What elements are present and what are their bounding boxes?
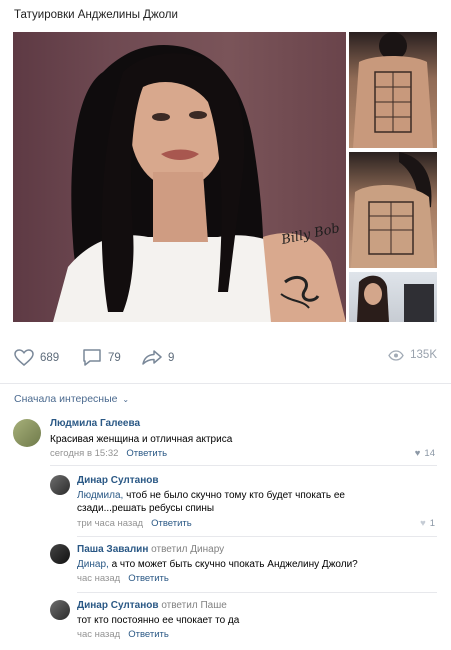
- eye-icon: [388, 349, 404, 361]
- avatar[interactable]: [13, 419, 41, 447]
- post-photo-thumb-2[interactable]: [349, 152, 437, 268]
- heart-icon: ♥: [414, 448, 421, 459]
- avatar[interactable]: [50, 475, 70, 495]
- comment-meta: три часа назад Ответить: [77, 518, 192, 529]
- comment-count: 79: [108, 351, 121, 364]
- comment-like-count: 14: [424, 448, 435, 459]
- heart-icon: ♥: [420, 518, 426, 529]
- share-count: 9: [168, 351, 175, 364]
- like-count: 689: [40, 351, 60, 364]
- views-count: 135K: [410, 349, 437, 361]
- comment-text: Динар, а что может быть скучно чпокать А…: [77, 558, 417, 571]
- comment-like-count: 1: [429, 518, 435, 529]
- comment-time[interactable]: час назад: [77, 629, 120, 640]
- comment-text: тот кто постоянно ее чпокает то да: [77, 614, 417, 627]
- comment-author[interactable]: Паша Завалин ответил Динару: [77, 544, 224, 555]
- comment-text: Красивая женщина и отличная актриса: [50, 433, 410, 446]
- comment-time[interactable]: час назад: [77, 573, 120, 584]
- comment-meta: час назад Ответить: [77, 573, 169, 584]
- comment-text-body: а что может быть скучно чпокать Анджелин…: [108, 559, 358, 570]
- comment-icon: [83, 349, 101, 366]
- comment-item: Динар Султанов Людмила, чтоб не было ску…: [0, 472, 451, 534]
- views-counter: 135K: [388, 349, 437, 361]
- comment-item: Динар Султанов ответил Паше тот кто пост…: [0, 597, 451, 647]
- comment-author[interactable]: Динар Султанов: [77, 475, 159, 486]
- comment-author-name[interactable]: Динар Султанов: [77, 600, 159, 611]
- comment-meta: сегодня в 15:32 Ответить: [50, 448, 167, 459]
- comment-time[interactable]: три часа назад: [77, 518, 143, 529]
- share-icon: [142, 350, 162, 365]
- comment-separator: [50, 465, 437, 466]
- comment-separator: [77, 592, 437, 593]
- thumb-3-illustration: [357, 275, 434, 322]
- comment-separator: [77, 536, 437, 537]
- comment-meta: час назад Ответить: [77, 629, 169, 640]
- share-button[interactable]: 9: [142, 349, 174, 366]
- post-actions-bar: 689 79 9 135K: [14, 349, 437, 367]
- thumb-1-illustration: [353, 32, 433, 148]
- comment-author[interactable]: Людмила Галеева: [50, 418, 140, 429]
- comment-item: Людмила Галеева Красивая женщина и отлич…: [0, 415, 451, 465]
- reply-button[interactable]: Ответить: [151, 518, 192, 529]
- reply-button[interactable]: Ответить: [128, 629, 169, 640]
- comment-author-name[interactable]: Динар Султанов: [77, 475, 159, 486]
- post-photo-thumb-1[interactable]: [349, 32, 437, 148]
- comment-text: Людмила, чтоб не было скучно тому кто бу…: [77, 489, 387, 515]
- sort-label: Сначала интересные: [14, 393, 118, 405]
- comment-author-name[interactable]: Людмила Галеева: [50, 418, 140, 429]
- comment-time[interactable]: сегодня в 15:32: [50, 448, 118, 459]
- reply-button[interactable]: Ответить: [126, 448, 167, 459]
- like-button[interactable]: 689: [14, 349, 59, 366]
- post-photo-thumb-3[interactable]: [349, 272, 437, 322]
- comment-text-body: тот кто постоянно ее чпокает то да: [77, 615, 240, 626]
- comment-author[interactable]: Динар Султанов ответил Паше: [77, 600, 227, 611]
- avatar[interactable]: [50, 544, 70, 564]
- chevron-down-icon: ⌄: [122, 395, 130, 404]
- avatar[interactable]: [50, 600, 70, 620]
- thumb-2-illustration: [351, 152, 435, 268]
- comment-author-name[interactable]: Паша Завалин: [77, 544, 148, 555]
- photo-main-illustration: [53, 44, 346, 322]
- post-divider: [0, 383, 451, 384]
- reply-button[interactable]: Ответить: [128, 573, 169, 584]
- comments-sort-dropdown[interactable]: Сначала интересные ⌄: [14, 393, 129, 405]
- comment-reply-to[interactable]: ответил Динару: [151, 544, 224, 555]
- comment-item: Паша Завалин ответил Динару Динар, а что…: [0, 541, 451, 591]
- heart-icon: [14, 349, 34, 366]
- comment-like-button[interactable]: ♥ 1: [420, 518, 435, 529]
- post-photo-main[interactable]: Billy Bob: [13, 32, 346, 322]
- comment-like-button[interactable]: ♥ 14: [415, 448, 435, 459]
- post-title: Татуировки Анджелины Джоли: [14, 9, 178, 21]
- comment-address-link[interactable]: Людмила,: [77, 490, 123, 501]
- comment-address-link[interactable]: Динар,: [77, 559, 109, 570]
- comment-button[interactable]: 79: [82, 349, 121, 366]
- comment-reply-to[interactable]: ответил Паше: [161, 600, 226, 611]
- comment-text-body: Красивая женщина и отличная актриса: [50, 434, 233, 445]
